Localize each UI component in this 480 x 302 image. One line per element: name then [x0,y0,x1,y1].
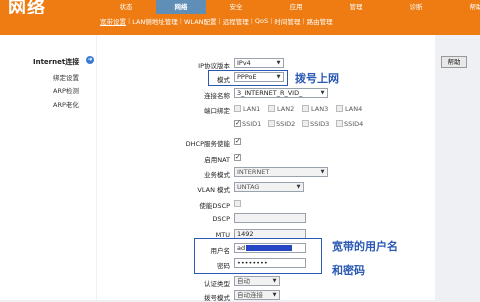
lan2-checkbox[interactable] [268,105,275,112]
main-nav: 状态 网络 安全 应用 管理 诊断 帮助 [96,0,480,14]
tab-status[interactable]: 状态 [96,0,156,14]
ssid3-label: SSID3 [310,120,330,128]
conn-name-label: 连接名称 [204,92,230,100]
ssid3-checkbox[interactable] [302,120,309,127]
lan1-label: LAN1 [243,105,261,113]
chevron-down-icon: ▼ [272,278,277,284]
vlan-mode-label: VLAN 模式 [197,186,230,194]
ssid2-checkbox[interactable] [268,120,275,127]
subtab-broadband[interactable]: 宽带设置 [98,16,128,26]
lan4-label: LAN4 [345,105,363,113]
vlan-mode-select[interactable]: UNTAG ▼ [234,182,304,192]
help-button[interactable]: 帮助 [441,56,467,68]
password-label: 密码 [217,262,230,270]
username-label: 用户名 [210,247,231,255]
tab-help[interactable]: 帮助 [446,0,480,14]
subtab-wlan[interactable]: WLAN配置 [182,16,219,26]
dhcp-label: DHCP服务使能 [185,140,230,148]
mode-label: 模式 [217,76,230,84]
annotation-credentials-1: 宽带的用户名 [332,240,398,253]
service-mode-label: 业务模式 [204,171,230,179]
lan1-checkbox[interactable] [234,105,241,112]
auth-type-label: 认证类型 [204,280,230,288]
lan3-checkbox[interactable] [302,105,309,112]
port-bind-label: 端口绑定 [204,107,230,115]
subtab-lan-address[interactable]: LAN侧地址管理 [130,16,180,26]
ssid2-label: SSID2 [276,120,296,128]
ip-version-label: IP协议版本 [198,62,230,70]
chevron-down-icon: ▼ [272,292,277,298]
tab-security[interactable]: 安全 [206,0,266,14]
annotation-dial-up: 拨号上网 [295,72,339,85]
subtab-qos[interactable]: QoS [253,17,270,25]
sidebar-item-arp-aging[interactable]: ARP老化 [53,99,79,109]
subtab-routing[interactable]: 路由管理 [305,16,335,26]
tab-diagnostics[interactable]: 诊断 [386,0,446,14]
lan4-checkbox[interactable] [336,105,343,112]
chevron-down-icon: ▼ [320,90,325,96]
ssid4-label: SSID4 [344,120,364,128]
ssid4-checkbox[interactable] [336,120,343,127]
sidebar-item-binding[interactable]: 绑定设置 [53,72,79,82]
conn-name-select[interactable]: 3_INTERNET_R_VID_ ▼ [234,88,328,98]
subtab-remote[interactable]: 远程管理 [221,16,251,26]
tab-applications[interactable]: 应用 [266,0,326,14]
sidebar-item-arp-detect[interactable]: ARP检测 [53,85,79,95]
sidebar-title[interactable]: Internet连接 [33,57,79,67]
chevron-down-icon: ▼ [296,184,301,190]
dscp-input[interactable] [234,213,306,223]
mode-select[interactable]: PPPoE ▼ [234,72,284,82]
chevron-down-icon: ▼ [276,60,281,66]
service-mode-select[interactable]: INTERNET ▼ [234,167,328,177]
chevron-down-icon: ▼ [320,169,325,175]
dscp-label: DSCP [212,215,230,223]
lan2-label: LAN2 [277,105,295,113]
lan3-label: LAN3 [311,105,329,113]
sidebar: Internet连接 ➜ 绑定设置 ARP检测 ARP老化 [0,35,96,300]
ssid1-label: SSID1 [242,120,262,128]
dscp-enable-checkbox[interactable] [234,200,241,207]
sub-nav: 宽带设置 | LAN侧地址管理 | WLAN配置 | 远程管理 | QoS | 时间管理 |… [98,16,335,26]
password-input[interactable]: •••••••• [234,258,306,268]
dial-mode-label: 拨号模式 [204,294,230,302]
ssid1-checkbox[interactable] [234,119,241,127]
dscp-enable-label: 使能DSCP [199,202,230,210]
nat-checkbox[interactable] [234,153,241,161]
subtab-time[interactable]: 时间管理 [272,16,302,26]
chevron-down-icon: ▼ [276,74,281,80]
tab-network[interactable]: 网络 [156,0,206,14]
dhcp-checkbox[interactable] [234,137,241,145]
arrow-right-icon: ➜ [86,56,94,64]
dial-mode-select[interactable]: 自动连接 ▼ [234,290,280,300]
nat-label: 启用NAT [204,156,230,164]
tab-management[interactable]: 管理 [326,0,386,14]
annotation-credentials-2: 和密码 [332,264,365,277]
ip-version-select[interactable]: IPv4 ▼ [234,58,284,68]
right-gutter [436,35,480,300]
username-redaction [246,245,292,251]
auth-type-select[interactable]: 自动 ▼ [234,276,280,286]
